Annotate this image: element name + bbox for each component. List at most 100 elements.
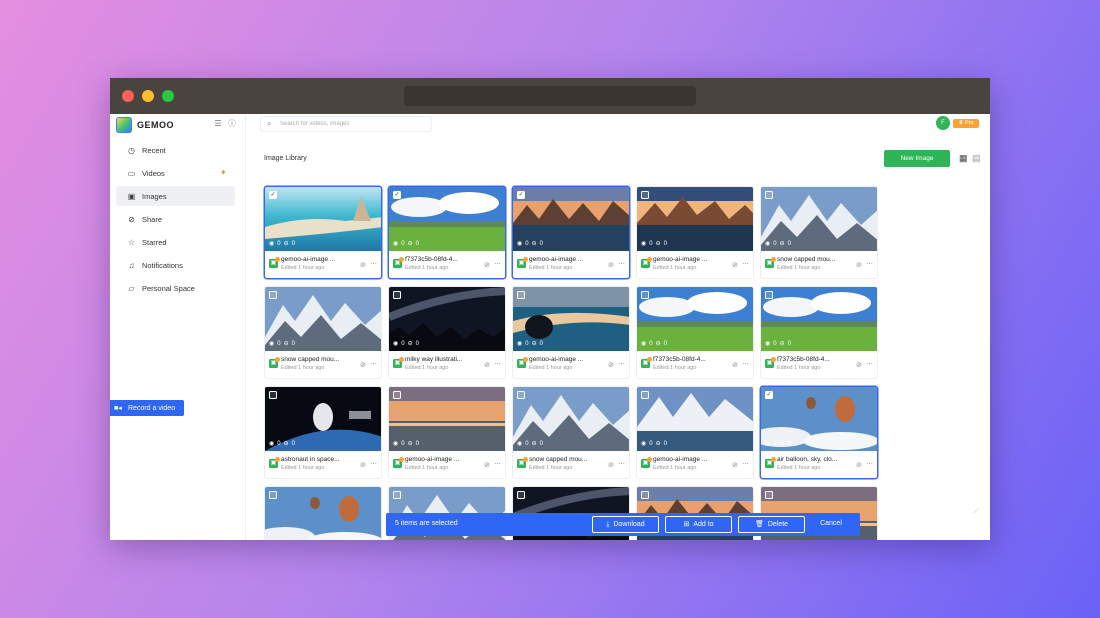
brand[interactable]: GEMOO: [116, 116, 174, 134]
share-link-icon[interactable]: ⊘: [732, 461, 738, 469]
share-link-icon[interactable]: ⊘: [484, 461, 490, 469]
select-checkbox[interactable]: ✓: [765, 391, 773, 399]
image-card[interactable]: ◉ 0 ⊖ 0 ▣ gemoo-ai-image ... Edited 1 hour ago…: [636, 386, 754, 479]
image-name[interactable]: f7373c5b-08fd-4...: [777, 356, 845, 363]
share-link-icon[interactable]: ⊘: [360, 261, 366, 269]
more-options-icon[interactable]: ⋯: [742, 260, 749, 268]
share-link-icon[interactable]: ⊘: [484, 361, 490, 369]
close-window-button[interactable]: [122, 90, 134, 102]
select-checkbox[interactable]: ✓: [517, 191, 525, 199]
search-input[interactable]: [280, 121, 420, 127]
share-link-icon[interactable]: ⊘: [732, 361, 738, 369]
sidebar-item-personal-space[interactable]: ▱ Personal Space: [116, 278, 235, 298]
image-card[interactable]: ◉ 0 ⊖ 0 ▣ gemoo-ai-image ... Edited 1 hour ago…: [636, 186, 754, 279]
select-checkbox[interactable]: [765, 291, 773, 299]
share-link-icon[interactable]: ⊘: [360, 461, 366, 469]
select-checkbox[interactable]: [269, 391, 277, 399]
more-options-icon[interactable]: ⋯: [494, 460, 501, 468]
share-link-icon[interactable]: ⊘: [608, 261, 614, 269]
image-name[interactable]: gemoo-ai-image ...: [529, 356, 597, 363]
select-checkbox[interactable]: [517, 391, 525, 399]
more-options-icon[interactable]: ⋯: [494, 360, 501, 368]
grid-view-icon[interactable]: ▦: [959, 154, 968, 163]
more-options-icon[interactable]: ⋯: [370, 460, 377, 468]
cancel-button[interactable]: Cancel: [806, 516, 856, 533]
avatar[interactable]: F: [936, 116, 950, 130]
share-link-icon[interactable]: ⊘: [856, 261, 862, 269]
sidebar-item-videos[interactable]: ▭ Videos ✦: [116, 163, 235, 183]
image-name[interactable]: snow capped mou...: [529, 456, 597, 463]
address-bar[interactable]: [404, 86, 696, 106]
select-checkbox[interactable]: [641, 191, 649, 199]
more-options-icon[interactable]: ⋯: [866, 460, 873, 468]
select-checkbox[interactable]: [269, 291, 277, 299]
image-card[interactable]: ◉ 0 ⊖ 0 ▣ snow capped mou... Edited 1 hour ago…: [760, 186, 878, 279]
download-button[interactable]: ⤓ Download: [592, 516, 659, 533]
share-link-icon[interactable]: ⊘: [484, 261, 490, 269]
image-card[interactable]: ◉ 0 ⊖ 0 ▣ gemoo-ai-image ... Edited 1 hour ago…: [388, 386, 506, 479]
image-thumbnail[interactable]: [265, 487, 382, 540]
add-to-button[interactable]: ⊞ Add to: [665, 516, 732, 533]
select-checkbox[interactable]: [641, 391, 649, 399]
image-name[interactable]: air balloon, sky, clo...: [777, 456, 845, 463]
select-checkbox[interactable]: [393, 391, 401, 399]
select-checkbox[interactable]: ✓: [269, 191, 277, 199]
image-card[interactable]: ◉ 0 ⊖ 0 ▣ milky way illustrati... Edited 1 hou…: [388, 286, 506, 379]
share-link-icon[interactable]: ⊘: [608, 461, 614, 469]
more-options-icon[interactable]: ⋯: [742, 360, 749, 368]
select-checkbox[interactable]: [641, 491, 649, 499]
delete-button[interactable]: 🗑 Delete: [738, 516, 805, 533]
select-checkbox[interactable]: [765, 491, 773, 499]
more-options-icon[interactable]: ⋯: [370, 360, 377, 368]
more-options-icon[interactable]: ⋯: [494, 260, 501, 268]
image-name[interactable]: gemoo-ai-image ...: [653, 256, 721, 263]
image-name[interactable]: gemoo-ai-image ...: [281, 256, 349, 263]
image-card[interactable]: ◉ 0 ⊖ 0 ▣ astronaut in space... Edited 1 hour …: [264, 386, 382, 479]
image-card[interactable]: ✓ ◉ 0 ⊖ 0 ▣ air balloon, sky, clo... Edited 1 h…: [760, 386, 878, 479]
image-name[interactable]: milky way illustrati...: [405, 356, 473, 363]
search-box[interactable]: ⌕: [260, 116, 432, 132]
sidebar-item-starred[interactable]: ☆ Starred: [116, 232, 235, 252]
sidebar-item-images[interactable]: ▣ Images: [116, 186, 235, 206]
image-name[interactable]: snow capped mou...: [281, 356, 349, 363]
minimize-window-button[interactable]: [142, 90, 154, 102]
sidebar-item-recent[interactable]: ◷ Recent: [116, 140, 235, 160]
share-link-icon[interactable]: ⊘: [360, 361, 366, 369]
image-card[interactable]: ◉ 0 ⊖ 0 ▣ gemoo-ai-image ... Edited 1 hour ago…: [512, 286, 630, 379]
select-checkbox[interactable]: [765, 191, 773, 199]
sidebar-item-share[interactable]: ⊘ Share: [116, 209, 235, 229]
image-name[interactable]: f7373c5b-08fd-4...: [653, 356, 721, 363]
share-link-icon[interactable]: ⊘: [856, 361, 862, 369]
more-options-icon[interactable]: ⋯: [618, 460, 625, 468]
image-name[interactable]: f7373c5b-08fd-4...: [405, 256, 473, 263]
more-options-icon[interactable]: ⋯: [618, 360, 625, 368]
new-image-button[interactable]: New Image: [884, 150, 950, 167]
info-icon[interactable]: ⓘ: [228, 120, 236, 128]
more-options-icon[interactable]: ⋯: [742, 460, 749, 468]
image-name[interactable]: gemoo-ai-image ...: [653, 456, 721, 463]
menu-icon[interactable]: ☰: [214, 120, 222, 128]
select-checkbox[interactable]: [393, 291, 401, 299]
select-checkbox[interactable]: [269, 491, 277, 499]
image-name[interactable]: gemoo-ai-image ...: [405, 456, 473, 463]
image-card[interactable]: ◉ 0 ⊖ 0 ▣ snow capped mou... Edited 1 hour ago…: [512, 386, 630, 479]
image-name[interactable]: astronaut in space...: [281, 456, 349, 463]
record-video-button[interactable]: ■◂ Record a video: [110, 400, 184, 416]
select-checkbox[interactable]: [641, 291, 649, 299]
image-card[interactable]: ◉ 0 ⊖ 0 ▣ f7373c5b-08fd-4... Edited 1 hour ago…: [636, 286, 754, 379]
image-card[interactable]: ✓ ◉ 0 ⊖ 0 ▣ f7373c5b-08fd-4... Edited 1 hour ag…: [388, 186, 506, 279]
image-name[interactable]: gemoo-ai-image ...: [529, 256, 597, 263]
share-link-icon[interactable]: ⊘: [608, 361, 614, 369]
select-checkbox[interactable]: ✓: [393, 191, 401, 199]
share-link-icon[interactable]: ⊘: [732, 261, 738, 269]
image-name[interactable]: snow capped mou...: [777, 256, 845, 263]
image-card[interactable]: ✓ ◉ 0 ⊖ 0 ▣ gemoo-ai-image ... Edited 1 hour ag…: [512, 186, 630, 279]
image-card[interactable]: [264, 486, 382, 540]
select-checkbox[interactable]: [517, 291, 525, 299]
more-options-icon[interactable]: ⋯: [866, 260, 873, 268]
image-card[interactable]: ✓ ◉ 0 ⊖ 0 ▣ gemoo-ai-image ... Edited 1 hour ag…: [264, 186, 382, 279]
share-link-icon[interactable]: ⊘: [856, 461, 862, 469]
sidebar-item-notifications[interactable]: ♫ Notifications: [116, 255, 235, 275]
list-view-icon[interactable]: ▤: [972, 154, 981, 163]
image-card[interactable]: ◉ 0 ⊖ 0 ▣ f7373c5b-08fd-4... Edited 1 hour ago…: [760, 286, 878, 379]
